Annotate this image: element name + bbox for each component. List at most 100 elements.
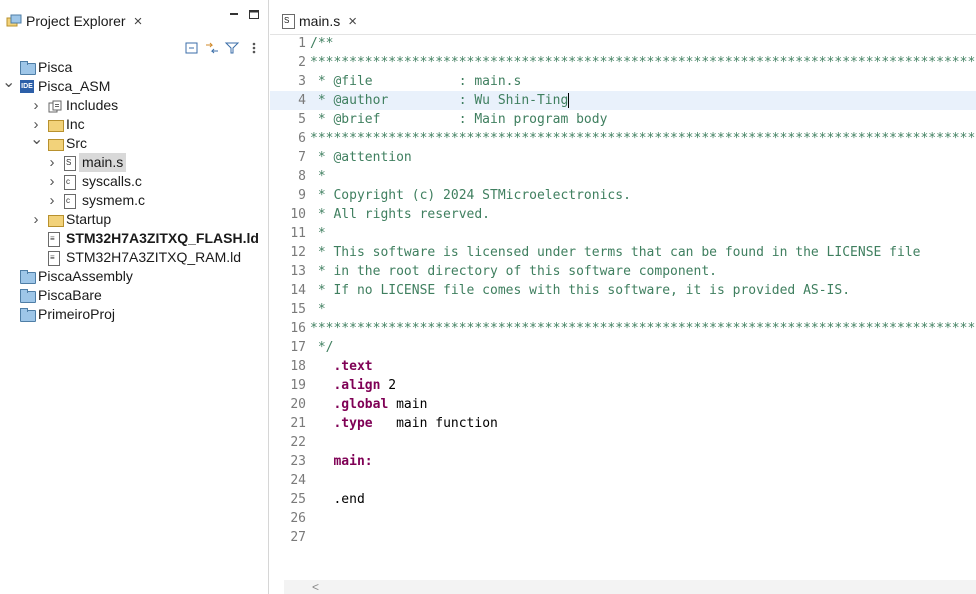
folder-icon xyxy=(20,270,36,284)
line-number: 20 xyxy=(290,397,306,412)
horizontal-scrollbar[interactable]: < xyxy=(284,580,976,594)
line-text: ****************************************… xyxy=(310,321,976,336)
expanded-chevron-icon[interactable]: ⌄ xyxy=(30,130,43,149)
line-number: 3 xyxy=(298,74,306,89)
tree-node-main-s[interactable]: › Smain.s xyxy=(0,153,268,172)
code-line: 8 * xyxy=(270,167,976,186)
code-line: 13 * in the root directory of this softw… xyxy=(270,262,976,281)
collapsed-chevron-icon[interactable]: › xyxy=(30,96,42,115)
collapsed-chevron-icon[interactable]: › xyxy=(30,210,42,229)
line-text: * Copyright (c) 2024 STMicroelectronics. xyxy=(310,188,631,203)
editor-tab-close-icon[interactable]: × xyxy=(348,13,357,30)
tab-project-explorer-label: Project Explorer xyxy=(26,13,126,29)
line-text: .type main function xyxy=(333,416,498,431)
collapsed-chevron-icon[interactable]: › xyxy=(46,172,58,191)
collapsed-chevron-icon[interactable]: › xyxy=(46,153,58,172)
tree-node-label: main.s xyxy=(79,153,127,172)
folder-icon xyxy=(20,289,36,303)
view-menu-icon[interactable] xyxy=(250,40,258,56)
code-line: 27 xyxy=(270,528,976,547)
line-number: 15 xyxy=(290,302,306,317)
line-number: 13 xyxy=(290,264,306,279)
tree-node-pisca[interactable]: Pisca xyxy=(0,58,268,77)
ide-project-icon: IDE xyxy=(20,80,34,93)
text-caret xyxy=(568,93,570,108)
line-text: /** xyxy=(310,36,334,51)
editor-pane: S main.s × 1 /** 2 ************************… xyxy=(270,0,976,594)
tree-node-piscaassembly[interactable]: PiscaAssembly xyxy=(0,267,268,286)
scroll-left-icon[interactable]: < xyxy=(312,580,319,594)
line-number: 8 xyxy=(298,169,306,184)
code-line: 17 */ xyxy=(270,338,976,357)
line-text: .text xyxy=(333,359,373,374)
tree-node-includes[interactable]: › Includes xyxy=(0,96,268,115)
collapse-all-icon[interactable] xyxy=(184,40,200,56)
collapsed-chevron-icon[interactable]: › xyxy=(46,191,58,210)
expanded-chevron-icon[interactable]: ⌄ xyxy=(2,73,15,92)
line-text: * This software is licensed under terms … xyxy=(310,245,921,260)
tree-node-pisca-asm[interactable]: ⌄ IDE Pisca_ASM xyxy=(0,74,268,96)
tree-node-stm32h7a3zitxq-ram-ld[interactable]: ≡ STM32H7A3ZITXQ_RAM.ld xyxy=(0,248,268,267)
tree-node-primeiroproj[interactable]: PrimeiroProj xyxy=(0,305,268,324)
line-number: 7 xyxy=(298,150,306,165)
code-line: 23 main: xyxy=(270,452,976,471)
tab-main-s[interactable]: S main.s × xyxy=(282,10,357,32)
code-editor[interactable]: 1 /** 2 ***********************************… xyxy=(270,34,976,582)
line-number: 17 xyxy=(290,340,306,355)
tree-node-sysmem-c[interactable]: › c sysmem.c xyxy=(0,191,268,210)
maximize-icon[interactable] xyxy=(248,8,260,23)
line-number: 12 xyxy=(290,245,306,260)
tree-node-label: Inc xyxy=(66,116,85,132)
line-number: 6 xyxy=(298,131,306,146)
c-file-icon: c xyxy=(64,194,76,209)
filter-icon[interactable] xyxy=(224,40,240,56)
c-file-icon: c xyxy=(64,175,76,190)
minimize-icon[interactable] xyxy=(228,8,240,23)
tree-node-startup[interactable]: › Startup xyxy=(0,210,268,229)
line-number: 1 xyxy=(298,36,306,51)
line-number: 14 xyxy=(290,283,306,298)
line-number: 18 xyxy=(290,359,306,374)
tree-node-label: Includes xyxy=(66,97,119,113)
code-line: 1 /** xyxy=(270,34,976,53)
line-number: 21 xyxy=(290,416,306,431)
explorer-toolbar xyxy=(0,38,268,58)
line-number: 11 xyxy=(290,226,306,241)
asm-file-icon: S xyxy=(64,156,76,171)
tree-node-label: STM32H7A3ZITXQ_FLASH.ld xyxy=(66,230,259,246)
tree-node-piscabare[interactable]: PiscaBare xyxy=(0,286,268,305)
line-text: * xyxy=(310,226,326,241)
code-line: 9 * Copyright (c) 2024 STMicroelectronic… xyxy=(270,186,976,205)
line-number: 4 xyxy=(298,93,306,108)
tree-node-label: Src xyxy=(66,135,87,151)
source-folder-icon xyxy=(48,139,64,151)
code-line: 20 .global main xyxy=(270,395,976,414)
project-explorer-tabbar: Project Explorer × xyxy=(0,0,268,36)
code-line: 18 .text xyxy=(270,357,976,376)
editor-tab-label: main.s xyxy=(299,13,341,29)
line-text: * xyxy=(310,302,326,317)
project-explorer-pane: Project Explorer × Pisca ⌄ IDE Pisca_ASM › In… xyxy=(0,0,269,594)
tree-node-stm32h7a3zitxq-flash-ld[interactable]: ≡ STM32H7A3ZITXQ_FLASH.ld xyxy=(0,229,268,248)
code-line: 14 * If no LICENSE file comes with this … xyxy=(270,281,976,300)
tree-node-label: Startup xyxy=(66,211,112,227)
code-line: 24 xyxy=(270,471,976,490)
line-text: */ xyxy=(310,340,334,355)
tree-node-label: Pisca xyxy=(38,59,73,75)
ld-file-icon: ≡ xyxy=(48,251,60,266)
tree-node-src[interactable]: ⌄ Src xyxy=(0,131,268,153)
code-line: 11 * xyxy=(270,224,976,243)
asm-file-icon: S xyxy=(282,13,295,29)
line-text: * @file : main.s xyxy=(310,74,522,89)
tree-node-label: STM32H7A3ZITXQ_RAM.ld xyxy=(66,249,242,265)
link-with-editor-icon[interactable] xyxy=(204,40,220,56)
code-line: 2 ***************************************… xyxy=(270,53,976,72)
tree-node-syscalls-c[interactable]: › c syscalls.c xyxy=(0,172,268,191)
line-number: 5 xyxy=(298,112,306,127)
line-text: .global main xyxy=(333,397,428,412)
line-text: * @brief : Main program body xyxy=(310,112,608,127)
line-number: 24 xyxy=(290,473,306,488)
close-icon[interactable]: × xyxy=(134,13,143,30)
tab-project-explorer[interactable]: Project Explorer × xyxy=(6,9,142,33)
code-line: 16 **************************************… xyxy=(270,319,976,338)
